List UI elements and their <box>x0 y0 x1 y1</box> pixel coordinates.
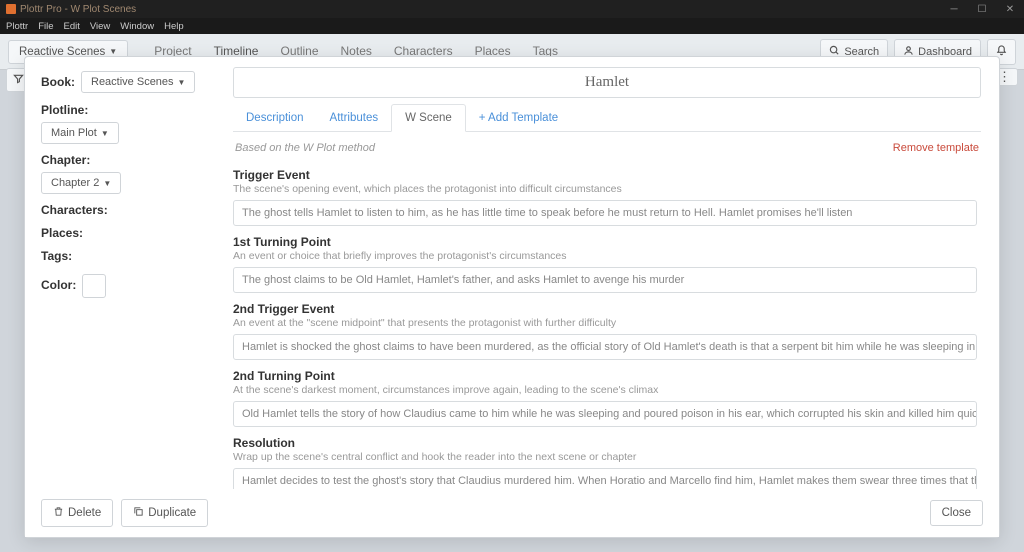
second-turning-point-input[interactable]: Old Hamlet tells the story of how Claudi… <box>233 401 977 427</box>
app-menubar: Plottr File Edit View Window Help <box>0 18 1024 34</box>
scene-tabs: Description Attributes W Scene + Add Tem… <box>233 104 981 132</box>
menu-help[interactable]: Help <box>164 21 184 32</box>
chapter-select[interactable]: Chapter 2 ▼ <box>41 172 121 194</box>
tags-label: Tags: <box>41 249 207 263</box>
caret-down-icon: ▼ <box>109 47 117 56</box>
workspace: ⋮ Book: Reactive Scenes ▼ Plotline: Main… <box>0 70 1024 552</box>
remove-template-link[interactable]: Remove template <box>893 142 979 154</box>
trigger-event-input[interactable]: The ghost tells Hamlet to listen to him,… <box>233 200 977 226</box>
duplicate-label: Duplicate <box>148 507 196 519</box>
menu-file[interactable]: File <box>38 21 53 32</box>
window-minimize[interactable]: ─ <box>940 0 968 18</box>
caret-down-icon: ▼ <box>103 179 111 188</box>
scene-title-input[interactable]: Hamlet <box>233 67 981 98</box>
modal-footer: Delete Duplicate Close <box>25 489 999 537</box>
section-title: Resolution <box>233 436 977 450</box>
window-title: Plottr Pro - W Plot Scenes <box>20 4 136 15</box>
window-titlebar: Plottr Pro - W Plot Scenes ─ ☐ ✕ <box>0 0 1024 18</box>
characters-label: Characters: <box>41 203 207 217</box>
color-swatch[interactable] <box>82 274 106 298</box>
app-icon <box>6 4 16 14</box>
modal-main: Hamlet Description Attributes W Scene + … <box>223 57 999 537</box>
second-trigger-event-input[interactable]: Hamlet is shocked the ghost claims to ha… <box>233 334 977 360</box>
close-button[interactable]: Close <box>930 500 983 526</box>
plotline-select[interactable]: Main Plot ▼ <box>41 122 119 144</box>
section-title: Trigger Event <box>233 168 977 182</box>
section-desc: An event at the "scene midpoint" that pr… <box>233 317 977 329</box>
book-select-value: Reactive Scenes <box>91 76 174 88</box>
method-note: Based on the W Plot method <box>235 142 375 154</box>
menu-window[interactable]: Window <box>120 21 154 32</box>
tab-w-scene[interactable]: W Scene <box>391 104 466 132</box>
section-desc: Wrap up the scene's central conflict and… <box>233 451 977 463</box>
tab-description[interactable]: Description <box>233 105 317 131</box>
book-label: Book: <box>41 75 75 89</box>
window-close[interactable]: ✕ <box>996 0 1024 18</box>
close-label: Close <box>942 507 971 519</box>
filter-icon <box>13 73 24 84</box>
tab-attributes[interactable]: Attributes <box>317 105 392 131</box>
first-turning-point-input[interactable]: The ghost claims to be Old Hamlet, Hamle… <box>233 267 977 293</box>
color-label: Color: <box>41 278 76 292</box>
section-desc: An event or choice that briefly improves… <box>233 250 977 262</box>
plotline-label: Plotline: <box>41 103 207 117</box>
trash-icon <box>53 506 64 520</box>
duplicate-button[interactable]: Duplicate <box>121 499 208 527</box>
section-title: 2nd Turning Point <box>233 369 977 383</box>
delete-label: Delete <box>68 507 101 519</box>
plotline-select-value: Main Plot <box>51 127 97 139</box>
book-select[interactable]: Reactive Scenes ▼ <box>81 71 195 93</box>
window-maximize[interactable]: ☐ <box>968 0 996 18</box>
copy-icon <box>133 506 144 520</box>
section-desc: The scene's opening event, which places … <box>233 183 977 195</box>
section-title: 2nd Trigger Event <box>233 302 977 316</box>
scene-editor-modal: Book: Reactive Scenes ▼ Plotline: Main P… <box>24 56 1000 538</box>
caret-down-icon: ▼ <box>178 78 186 87</box>
template-sections: Trigger Event The scene's opening event,… <box>233 162 981 527</box>
places-label: Places: <box>41 226 207 240</box>
section-title: 1st Turning Point <box>233 235 977 249</box>
caret-down-icon: ▼ <box>101 129 109 138</box>
menu-view[interactable]: View <box>90 21 110 32</box>
menu-plottr[interactable]: Plottr <box>6 21 28 32</box>
chapter-select-value: Chapter 2 <box>51 177 99 189</box>
modal-sidebar: Book: Reactive Scenes ▼ Plotline: Main P… <box>25 57 223 537</box>
delete-button[interactable]: Delete <box>41 499 113 527</box>
chapter-label: Chapter: <box>41 153 207 167</box>
tab-add-template[interactable]: + Add Template <box>466 105 571 131</box>
menu-edit[interactable]: Edit <box>64 21 80 32</box>
section-desc: At the scene's darkest moment, circumsta… <box>233 384 977 396</box>
